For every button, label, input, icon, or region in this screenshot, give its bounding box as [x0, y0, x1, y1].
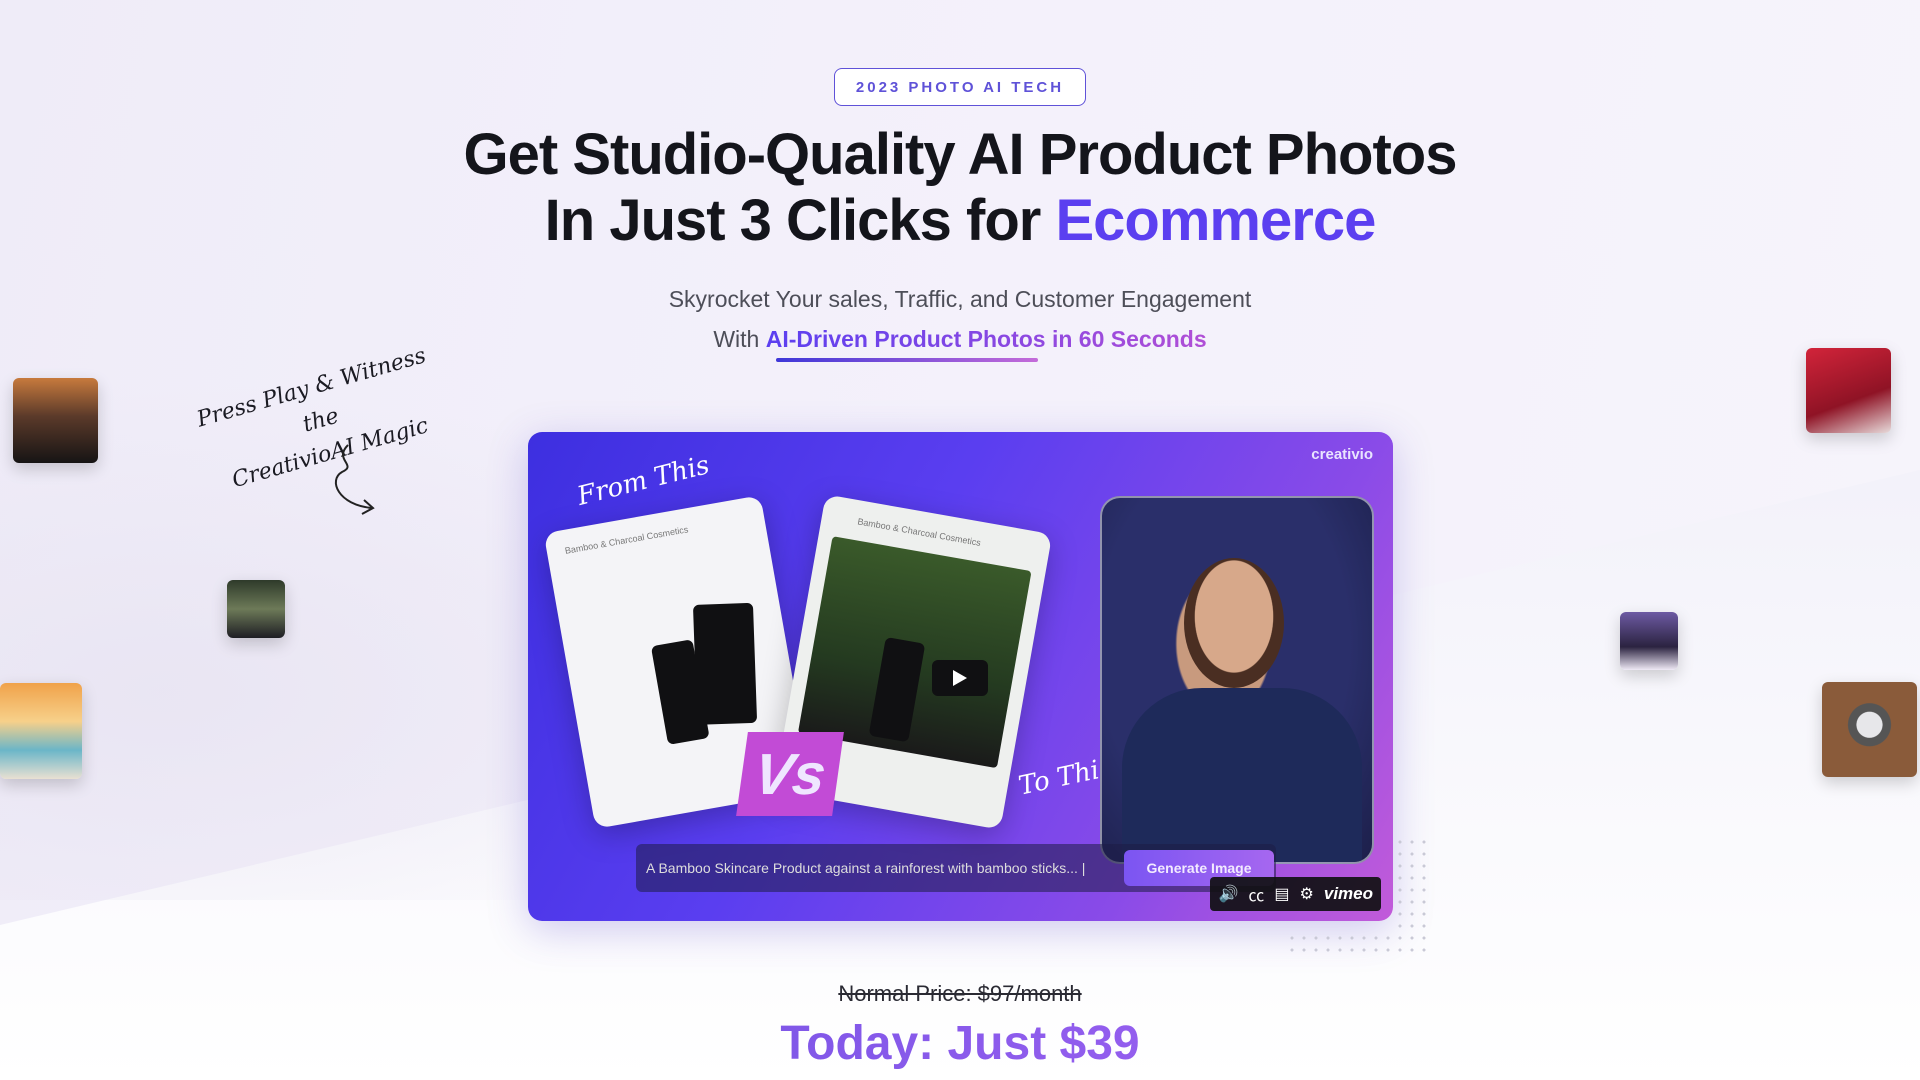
presenter-suit	[1122, 688, 1362, 862]
video-brand-logo: creativio	[1311, 446, 1373, 463]
product-thumbnail-perfume	[1620, 612, 1678, 670]
tech-badge: 2023 PHOTO AI TECH	[834, 68, 1086, 106]
handwritten-note: Press Play & Witness the CreativioAI Mag…	[177, 335, 465, 507]
captions-icon[interactable]: ㏄	[1248, 882, 1264, 906]
normal-price: Normal Price: $97/month	[838, 981, 1082, 1006]
versus-label: Vs	[736, 732, 844, 816]
headline-accent: Ecommerce	[1055, 188, 1376, 253]
prompt-text: A Bamboo Skincare Product against a rain…	[646, 860, 1086, 876]
product-thumbnail-watch	[1822, 682, 1917, 777]
volume-icon[interactable]: 🔊	[1218, 884, 1238, 904]
transcript-icon[interactable]: ▤	[1274, 884, 1289, 904]
subtitle-prefix: With	[713, 326, 766, 352]
vimeo-logo[interactable]: vimeo	[1324, 884, 1373, 904]
play-button[interactable]	[932, 660, 988, 696]
product-thumbnail-milk-bottle	[227, 580, 285, 638]
subtitle-highlight: AI-Driven Product Photos in 60 Seconds	[765, 326, 1207, 352]
before-card-caption: Bamboo & Charcoal Cosmetics	[564, 524, 690, 556]
play-icon	[953, 670, 967, 686]
subtitle-line-2: With AI-Driven Product Photos in 60 Seco…	[560, 326, 1360, 353]
from-this-label: From This	[574, 450, 713, 512]
bottle-image	[868, 636, 926, 743]
product-thumbnail-beach-bottle	[0, 683, 82, 779]
video-player[interactable]: creativio From This Bamboo & Charcoal Co…	[528, 432, 1393, 921]
today-price: Today: Just $39	[660, 1016, 1260, 1071]
page-title: Get Studio-Quality AI Product Photos In …	[380, 122, 1540, 254]
presenter-face	[1184, 558, 1284, 688]
headline-line-2-prefix: In Just 3 Clicks for	[544, 188, 1056, 253]
subtitle-line-1: Skyrocket Your sales, Traffic, and Custo…	[668, 286, 1252, 312]
product-thumbnail-red-cosmetics	[1806, 348, 1891, 433]
gear-icon[interactable]: ⚙	[1300, 884, 1314, 904]
subtitle-underline	[776, 358, 1038, 362]
box-image	[692, 602, 758, 725]
headline-line-1: Get Studio-Quality AI Product Photos	[463, 122, 1458, 187]
hero-section: 2023 PHOTO AI TECH Get Studio-Quality AI…	[0, 0, 1920, 1080]
curly-arrow-icon	[335, 444, 375, 515]
product-thumbnail-dark-bottle	[13, 378, 98, 463]
video-controls: 🔊 ㏄ ▤ ⚙ vimeo	[1210, 877, 1381, 911]
presenter-video-frame	[1100, 496, 1374, 864]
